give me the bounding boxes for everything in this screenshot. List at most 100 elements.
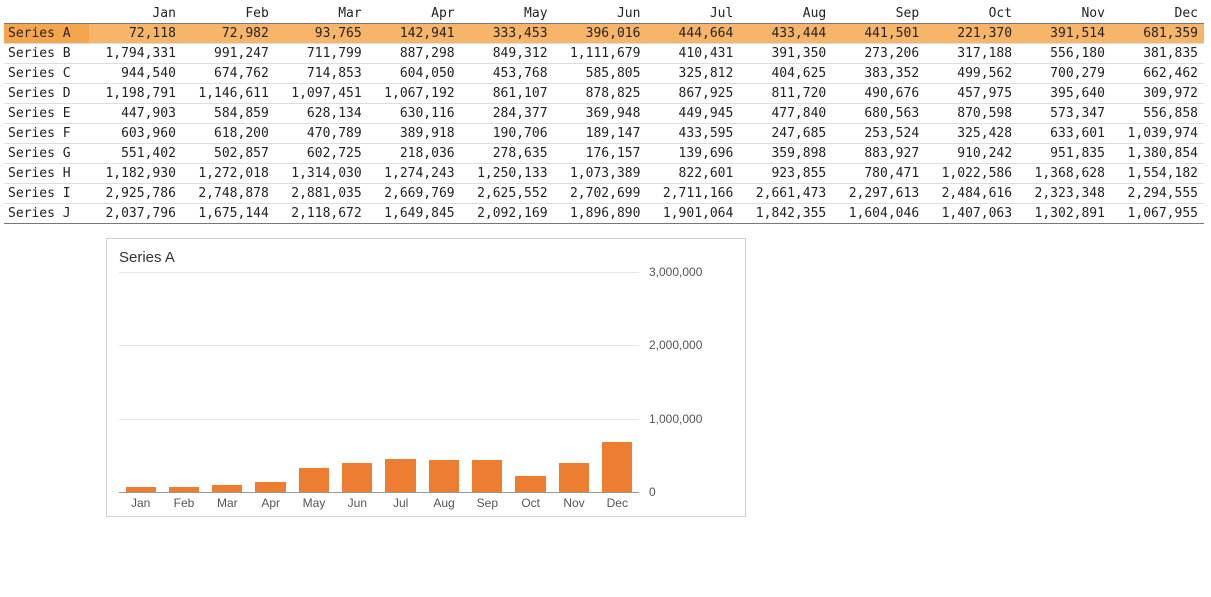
table-row[interactable]: Series J2,037,7961,675,1442,118,6721,649… [4, 204, 1204, 224]
chart-card: Series A JanFebMarAprMayJunJulAugSepOctN… [106, 238, 746, 517]
table-row[interactable]: Series B1,794,331991,247711,799887,29884… [4, 44, 1204, 64]
cell: 189,147 [554, 124, 647, 144]
cell: 2,037,796 [89, 204, 182, 224]
row-header[interactable]: Series I [4, 184, 89, 204]
chart-y-tick-label: 2,000,000 [649, 338, 702, 352]
row-header[interactable]: Series F [4, 124, 89, 144]
col-header: Feb [182, 4, 275, 24]
cell: 410,431 [646, 44, 739, 64]
chart-x-tick-label: Sep [466, 496, 509, 510]
cell: 2,711,166 [646, 184, 739, 204]
cell: 457,975 [925, 84, 1018, 104]
cell: 1,039,974 [1111, 124, 1204, 144]
cell: 1,842,355 [739, 204, 832, 224]
chart-bar-cell [206, 485, 249, 492]
row-header[interactable]: Series G [4, 144, 89, 164]
col-header: Mar [275, 4, 368, 24]
cell: 1,097,451 [275, 84, 368, 104]
col-header: Jun [554, 4, 647, 24]
cell: 284,377 [461, 104, 554, 124]
cell: 878,825 [554, 84, 647, 104]
table-row[interactable]: Series H1,182,9301,272,0181,314,0301,274… [4, 164, 1204, 184]
table-row[interactable]: Series A72,11872,98293,765142,941333,453… [4, 24, 1204, 44]
chart-y-tick-label: 3,000,000 [649, 265, 702, 279]
row-header[interactable]: Series C [4, 64, 89, 84]
table-header-row: Jan Feb Mar Apr May Jun Jul Aug Sep Oct … [4, 4, 1204, 24]
row-header[interactable]: Series J [4, 204, 89, 224]
cell: 359,898 [739, 144, 832, 164]
cell: 811,720 [739, 84, 832, 104]
table-row[interactable]: Series C944,540674,762714,853604,050453,… [4, 64, 1204, 84]
row-header[interactable]: Series D [4, 84, 89, 104]
cell: 93,765 [275, 24, 368, 44]
chart-title: Series A [119, 249, 733, 266]
chart-bar-cell [422, 460, 465, 492]
chart-bars [119, 272, 639, 492]
table-row[interactable]: Series G551,402502,857602,725218,036278,… [4, 144, 1204, 164]
cell: 470,789 [275, 124, 368, 144]
cell: 1,022,586 [925, 164, 1018, 184]
cell: 176,157 [554, 144, 647, 164]
cell: 1,073,389 [554, 164, 647, 184]
row-header[interactable]: Series B [4, 44, 89, 64]
cell: 711,799 [275, 44, 368, 64]
chart-bar [385, 459, 415, 492]
table-row[interactable]: Series I2,925,7862,748,8782,881,0352,669… [4, 184, 1204, 204]
col-header: Apr [368, 4, 461, 24]
cell: 444,664 [646, 24, 739, 44]
col-header: Jan [89, 4, 182, 24]
cell: 714,853 [275, 64, 368, 84]
cell: 556,858 [1111, 104, 1204, 124]
chart-bar [299, 468, 329, 492]
cell: 396,016 [554, 24, 647, 44]
cell: 674,762 [182, 64, 275, 84]
cell: 139,696 [646, 144, 739, 164]
row-header[interactable]: Series H [4, 164, 89, 184]
cell: 2,881,035 [275, 184, 368, 204]
cell: 404,625 [739, 64, 832, 84]
cell: 1,272,018 [182, 164, 275, 184]
chart-bar-cell [552, 463, 595, 492]
cell: 1,250,133 [461, 164, 554, 184]
cell: 395,640 [1018, 84, 1111, 104]
cell: 278,635 [461, 144, 554, 164]
chart-x-tick-label: Oct [509, 496, 552, 510]
table-row[interactable]: Series D1,198,7911,146,6111,097,4511,067… [4, 84, 1204, 104]
cell: 1,274,243 [368, 164, 461, 184]
cell: 142,941 [368, 24, 461, 44]
col-header: May [461, 4, 554, 24]
cell: 680,563 [832, 104, 925, 124]
cell: 309,972 [1111, 84, 1204, 104]
cell: 861,107 [461, 84, 554, 104]
chart-bar [559, 463, 589, 492]
row-header[interactable]: Series E [4, 104, 89, 124]
row-header[interactable]: Series A [4, 24, 89, 44]
chart-x-tick-label: Mar [206, 496, 249, 510]
cell: 1,111,679 [554, 44, 647, 64]
chart-bar [602, 442, 632, 492]
cell: 391,350 [739, 44, 832, 64]
cell: 2,297,613 [832, 184, 925, 204]
cell: 2,118,672 [275, 204, 368, 224]
chart-bar-cell [119, 487, 162, 492]
chart-x-tick-label: Dec [596, 496, 639, 510]
cell: 2,484,616 [925, 184, 1018, 204]
table-row[interactable]: Series E447,903584,859628,134630,116284,… [4, 104, 1204, 124]
cell: 1,554,182 [1111, 164, 1204, 184]
cell: 630,116 [368, 104, 461, 124]
cell: 499,562 [925, 64, 1018, 84]
cell: 870,598 [925, 104, 1018, 124]
cell: 910,242 [925, 144, 1018, 164]
cell: 633,601 [1018, 124, 1111, 144]
cell: 333,453 [461, 24, 554, 44]
cell: 502,857 [182, 144, 275, 164]
cell: 780,471 [832, 164, 925, 184]
header-corner [4, 4, 89, 24]
table-row[interactable]: Series F603,960618,200470,789389,918190,… [4, 124, 1204, 144]
cell: 951,835 [1018, 144, 1111, 164]
chart-bar [212, 485, 242, 492]
cell: 662,462 [1111, 64, 1204, 84]
chart-bar-cell [292, 468, 335, 492]
cell: 1,794,331 [89, 44, 182, 64]
cell: 1,067,955 [1111, 204, 1204, 224]
